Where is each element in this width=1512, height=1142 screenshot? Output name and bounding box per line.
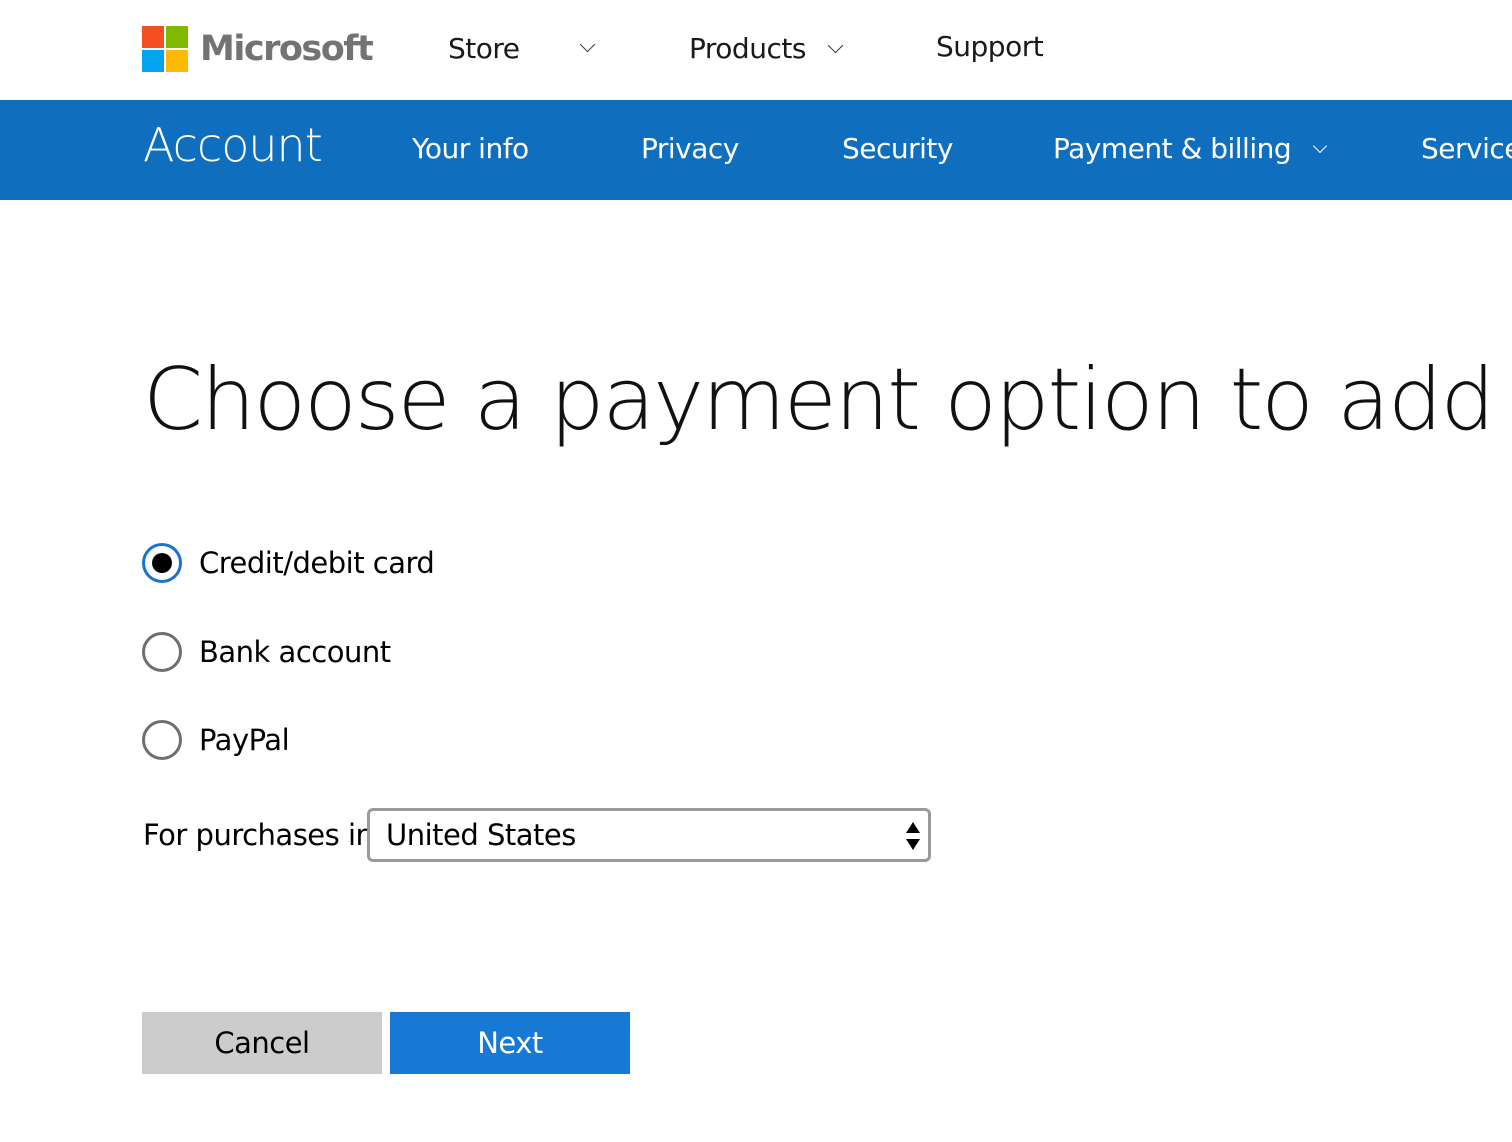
- top-header: Microsoft Store Products Support: [0, 0, 1512, 100]
- logo-square-blue: [142, 50, 164, 72]
- chevron-down-icon: [1313, 138, 1328, 153]
- country-row: For purchases in United States: [143, 808, 931, 862]
- account-nav-security[interactable]: Security: [842, 132, 953, 165]
- chevron-down-icon: [579, 36, 595, 53]
- select-updown-arrows-icon: [906, 822, 920, 850]
- country-select-value: United States: [386, 818, 576, 852]
- account-title[interactable]: Account: [143, 118, 323, 172]
- logo-square-red: [142, 26, 164, 48]
- microsoft-logo[interactable]: Microsoft: [142, 26, 374, 72]
- account-nav-payment-billing[interactable]: Payment & billing: [1053, 132, 1328, 165]
- nav-support[interactable]: Support: [936, 30, 1044, 63]
- payment-option-bank-account[interactable]: Bank account: [142, 632, 391, 672]
- payment-option-label: PayPal: [199, 723, 290, 757]
- radio-button[interactable]: [142, 632, 182, 672]
- nav-products-label: Products: [689, 32, 806, 65]
- payment-option-label: Bank account: [199, 635, 391, 669]
- nav-store[interactable]: Store: [448, 32, 595, 65]
- next-button[interactable]: Next: [390, 1012, 630, 1074]
- chevron-down-icon: [827, 37, 844, 54]
- logo-square-green: [166, 26, 188, 48]
- account-nav-label: Payment & billing: [1053, 132, 1292, 165]
- account-nav-label: Service: [1421, 132, 1512, 165]
- account-nav-label: Your info: [412, 132, 529, 165]
- nav-support-label: Support: [936, 30, 1044, 63]
- country-label: For purchases in: [143, 818, 374, 852]
- account-nav-your-info[interactable]: Your info: [412, 132, 529, 165]
- nav-store-label: Store: [448, 32, 520, 65]
- payment-option-credit-card[interactable]: Credit/debit card: [142, 543, 435, 583]
- account-nav-services[interactable]: Service: [1421, 132, 1512, 165]
- brand-name: Microsoft: [200, 29, 374, 69]
- payment-option-label: Credit/debit card: [199, 546, 435, 580]
- page-title: Choose a payment option to add: [143, 350, 1495, 450]
- radio-button[interactable]: [142, 720, 182, 760]
- account-nav-privacy[interactable]: Privacy: [641, 132, 739, 165]
- account-nav-label: Security: [842, 132, 953, 165]
- account-nav-label: Privacy: [641, 132, 739, 165]
- country-select[interactable]: United States: [367, 808, 931, 862]
- logo-square-yellow: [166, 50, 188, 72]
- payment-option-paypal[interactable]: PayPal: [142, 720, 290, 760]
- nav-products[interactable]: Products: [689, 32, 844, 65]
- radio-button-checked[interactable]: [142, 543, 182, 583]
- account-nav-bar: Account Your info Privacy Security Payme…: [0, 100, 1512, 200]
- microsoft-logo-icon: [142, 26, 188, 72]
- cancel-button[interactable]: Cancel: [142, 1012, 382, 1074]
